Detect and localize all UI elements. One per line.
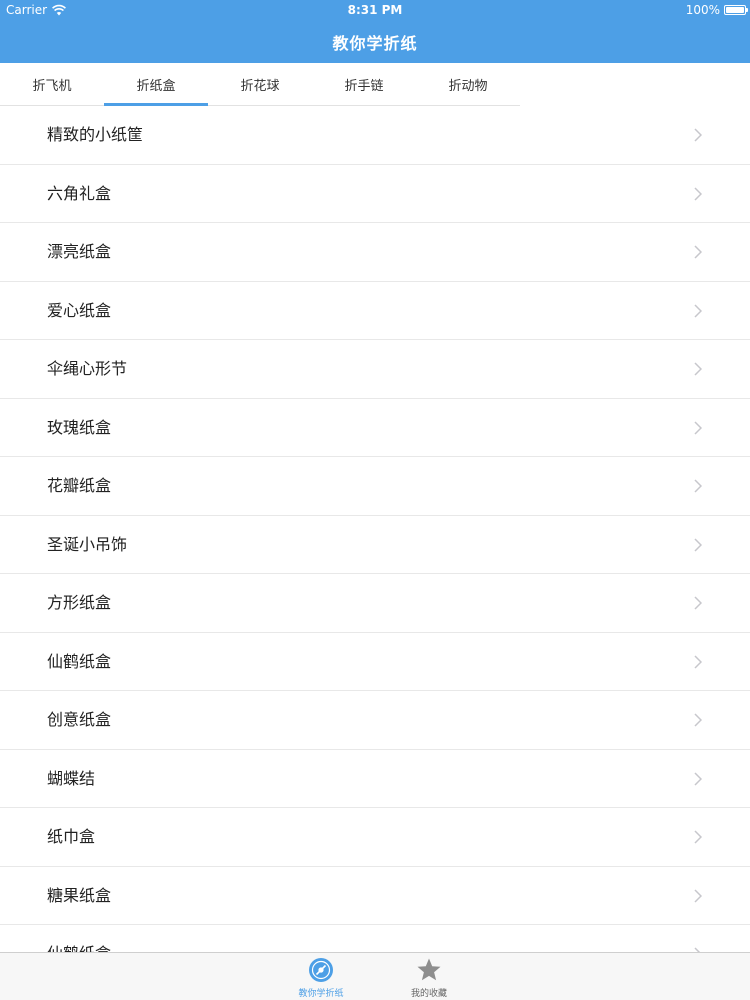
chevron-right-icon bbox=[694, 303, 702, 318]
list-item-label: 仙鹤纸盒 bbox=[47, 651, 112, 671]
list-item[interactable]: 方形纸盒 bbox=[0, 574, 750, 633]
header: Carrier 8:31 PM 100% 教你学折纸 bbox=[0, 0, 750, 63]
list-item[interactable]: 精致的小纸筐 bbox=[0, 106, 750, 165]
tab-label: 折手链 bbox=[344, 78, 384, 94]
tabbar-label: 我的收藏 bbox=[410, 989, 447, 999]
list-item[interactable]: 创意纸盒 bbox=[0, 691, 750, 750]
tabbar-item-my-favorites[interactable]: 我的收藏 bbox=[389, 957, 469, 999]
tab-folding-boxes[interactable]: 折纸盒 bbox=[104, 63, 208, 106]
list-item-label: 仙鹤纸盒 bbox=[47, 925, 111, 952]
list-item[interactable]: 爱心纸盒 bbox=[0, 282, 750, 340]
list-item[interactable]: 六角礼盒 bbox=[0, 165, 750, 223]
bottom-tab-bar: 教你学折纸 我的收藏 bbox=[0, 952, 750, 1000]
list-item[interactable]: 蝴蝶结 bbox=[0, 750, 750, 808]
tab-folding-animals[interactable]: 折动物 bbox=[416, 63, 520, 105]
star-icon bbox=[417, 958, 441, 981]
battery-icon bbox=[724, 5, 748, 15]
list-item-label: 爱心纸盒 bbox=[47, 300, 112, 320]
chevron-right-icon bbox=[694, 245, 702, 259]
list-item[interactable]: 玫瑰纸盒 bbox=[0, 399, 750, 457]
chevron-right-icon bbox=[694, 771, 702, 786]
app-root: Carrier 8:31 PM 100% 教你学折纸 折飞机 折纸盒 折花球 折… bbox=[0, 0, 750, 1000]
chevron-right-icon bbox=[694, 128, 702, 142]
chevron-right-icon bbox=[694, 186, 702, 201]
status-right: 100% bbox=[685, 3, 748, 17]
tab-folding-bracelets[interactable]: 折手链 bbox=[312, 63, 416, 105]
tabbar-label: 教你学折纸 bbox=[298, 989, 344, 999]
list-item[interactable]: 仙鹤纸盒 bbox=[0, 925, 750, 952]
nav-title: 教你学折纸 bbox=[332, 34, 418, 53]
list-item[interactable]: 伞绳心形节 bbox=[0, 340, 750, 399]
list-item-label: 漂亮纸盒 bbox=[47, 242, 112, 261]
tutorial-list[interactable]: 精致的小纸筐 六角礼盒 漂亮纸盒 爱心纸盒 伞绳心形节 玫瑰纸盒 花瓣纸盒 圣诞… bbox=[0, 106, 750, 952]
tab-folding-planes[interactable]: 折飞机 bbox=[0, 63, 104, 105]
chevron-right-icon bbox=[694, 888, 702, 903]
battery-label: 100% bbox=[685, 3, 720, 17]
list-item[interactable]: 花瓣纸盒 bbox=[0, 457, 750, 516]
list-item[interactable]: 圣诞小吊饰 bbox=[0, 516, 750, 574]
tab-label: 折花球 bbox=[240, 78, 280, 94]
tab-folding-flower-balls[interactable]: 折花球 bbox=[208, 63, 312, 105]
chevron-right-icon bbox=[694, 654, 702, 669]
list-item-label: 伞绳心形节 bbox=[47, 359, 128, 378]
list-item[interactable]: 糖果纸盒 bbox=[0, 867, 750, 925]
list-item[interactable]: 漂亮纸盒 bbox=[0, 223, 750, 282]
tab-label: 折纸盒 bbox=[136, 78, 176, 94]
status-bar: Carrier 8:31 PM 100% bbox=[0, 0, 750, 20]
chevron-right-icon bbox=[694, 830, 702, 844]
list-item-label: 圣诞小吊饰 bbox=[47, 534, 128, 554]
tab-label: 折动物 bbox=[448, 78, 488, 94]
status-time: 8:31 PM bbox=[347, 3, 403, 17]
chevron-right-icon bbox=[694, 479, 702, 493]
list-item-label: 方形纸盒 bbox=[47, 593, 112, 612]
list-item-label: 花瓣纸盒 bbox=[47, 476, 112, 495]
list-item-label: 纸巾盒 bbox=[47, 827, 96, 846]
list-item-label: 创意纸盒 bbox=[47, 710, 112, 729]
tab-label: 折飞机 bbox=[32, 78, 72, 94]
chevron-right-icon bbox=[694, 362, 702, 376]
list-item-label: 糖果纸盒 bbox=[47, 885, 112, 905]
list-item[interactable]: 纸巾盒 bbox=[0, 808, 750, 867]
chevron-right-icon bbox=[694, 537, 702, 552]
chevron-right-icon bbox=[694, 713, 702, 727]
list-item-label: 玫瑰纸盒 bbox=[47, 417, 112, 437]
chevron-right-icon bbox=[694, 420, 702, 435]
list-item-label: 精致的小纸筐 bbox=[47, 125, 144, 144]
category-tabs: 折飞机 折纸盒 折花球 折手链 折动物 bbox=[0, 63, 520, 106]
disc-icon bbox=[309, 958, 333, 982]
chevron-right-icon bbox=[694, 596, 702, 610]
list-item-label: 六角礼盒 bbox=[47, 183, 112, 203]
list-item[interactable]: 仙鹤纸盒 bbox=[0, 633, 750, 691]
list-item-label: 蝴蝶结 bbox=[47, 768, 96, 788]
tabbar-item-learn-origami[interactable]: 教你学折纸 bbox=[281, 957, 361, 999]
